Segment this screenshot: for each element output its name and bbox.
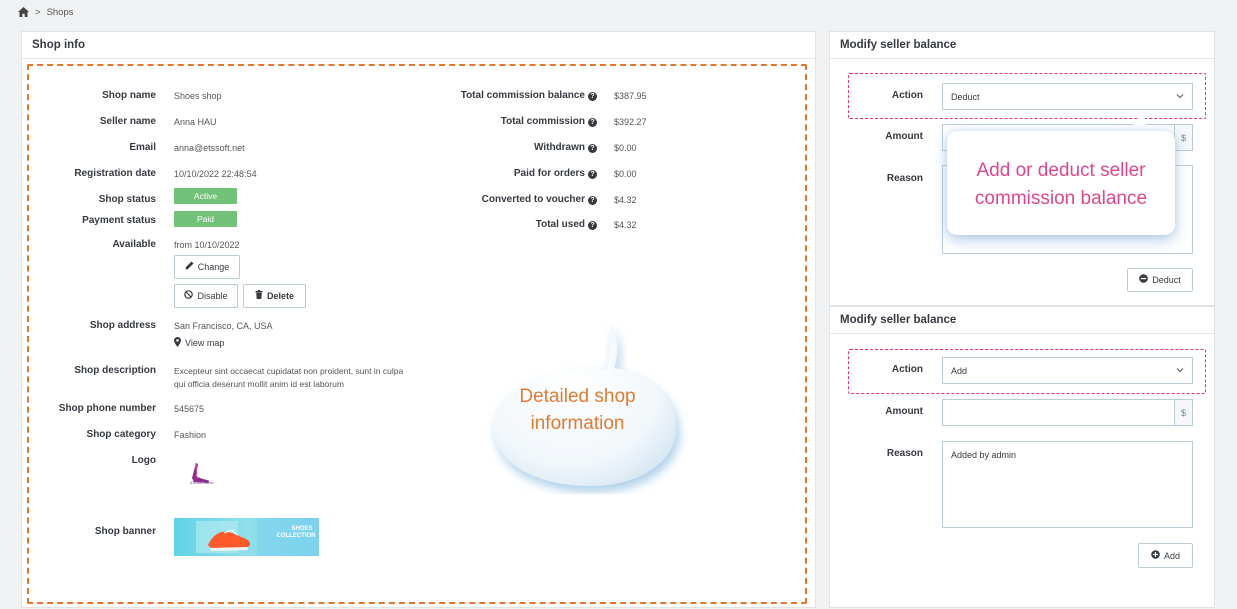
deduct-amount-label: Amount [885, 131, 923, 142]
plus-circle-icon [1151, 549, 1160, 562]
question-circle-icon[interactable]: ? [588, 144, 597, 153]
add-submit-label: Add [1163, 550, 1180, 561]
disable-button[interactable]: Disable [174, 284, 238, 308]
view-map-link[interactable]: View map [174, 337, 224, 349]
shop-banner-image: SHOES COLLECTION [174, 518, 319, 556]
question-circle-icon[interactable]: ? [588, 92, 597, 101]
modify-balance-title: Modify seller balance [830, 307, 1214, 334]
logo-label: Logo [131, 455, 156, 466]
withdrawn-value: $0.00 [614, 143, 637, 153]
paid-for-orders-label: Paid for orders? [514, 168, 597, 179]
question-circle-icon[interactable]: ? [588, 170, 597, 179]
view-map-label: View map [185, 338, 225, 348]
add-reason-textarea[interactable]: Added by admin [942, 441, 1193, 528]
home-icon[interactable] [18, 7, 29, 17]
breadcrumb: > Shops [18, 5, 74, 19]
registration-date-label: Registration date [74, 168, 156, 179]
delete-button-label: Delete [266, 291, 294, 301]
delete-button[interactable]: Delete [243, 284, 306, 308]
deduct-reason-label: Reason [886, 173, 923, 184]
total-commission-value: $392.27 [614, 117, 647, 127]
shop-description-label: Shop description [74, 365, 156, 376]
deduct-action-value: Deduct [951, 91, 980, 102]
trash-icon [255, 290, 263, 302]
total-commission-label: Total commission? [501, 116, 597, 127]
seller-name-value: Anna HAU [174, 117, 217, 127]
shop-description-value: Excepteur sint occaecat cupidatat non pr… [174, 366, 404, 389]
available-value: from 10/10/2022 [174, 240, 240, 250]
shop-name-label: Shop name [102, 90, 156, 101]
total-used-label: Total used? [536, 219, 597, 230]
add-submit-button[interactable]: Add [1138, 543, 1193, 568]
shop-status-badge: Active [174, 188, 237, 204]
add-amount-label: Amount [885, 406, 923, 417]
payment-status-badge: Paid [174, 211, 237, 227]
shop-banner-text-1: SHOES [291, 526, 313, 532]
modify-balance-title: Modify seller balance [830, 32, 1214, 59]
total-commission-balance-value: $387.95 [614, 91, 647, 101]
disable-button-label: Disable [197, 291, 228, 301]
bubble-text: Detailed shop information [519, 386, 636, 434]
minus-circle-icon [1139, 274, 1149, 286]
question-circle-icon[interactable]: ? [588, 196, 597, 205]
shop-address-value: San Francisco, CA, USA [174, 321, 273, 331]
add-reason-label: Reason [886, 448, 923, 459]
shop-phone-label: Shop phone number [58, 403, 156, 414]
seller-name-label: Seller name [99, 116, 156, 127]
chevron-down-icon [1176, 366, 1184, 376]
breadcrumb-separator: > [35, 6, 41, 18]
paid-for-orders-value: $0.00 [614, 169, 637, 179]
shop-phone-value: 545675 [174, 404, 205, 414]
deduct-currency-addon: $ [1175, 124, 1193, 151]
question-circle-icon[interactable]: ? [588, 221, 597, 230]
shop-category-label: Shop category [86, 429, 156, 440]
total-used-value: $4.32 [614, 220, 637, 230]
converted-to-voucher-value: $4.32 [614, 195, 637, 205]
callout-text: Add or deduct seller commission balance [974, 160, 1148, 209]
add-reason-value: Added by admin [951, 450, 1017, 460]
shop-name-value: Shoes shop [174, 91, 222, 101]
payment-status-label: Payment status [82, 215, 156, 226]
deduct-submit-button[interactable]: Deduct [1127, 268, 1193, 292]
add-amount-input[interactable] [942, 399, 1175, 426]
shop-logo-text: Shoes store [190, 480, 214, 485]
add-action-select[interactable]: Add [942, 357, 1193, 384]
pencil-icon [185, 261, 194, 273]
change-button-label: Change [197, 262, 230, 272]
add-currency-addon: $ [1175, 399, 1193, 426]
change-button[interactable]: Change [174, 255, 240, 279]
chevron-down-icon [1176, 92, 1184, 102]
available-label: Available [112, 239, 156, 250]
ban-icon [184, 290, 194, 302]
email-value: anna@etssoft.net [174, 143, 245, 153]
add-action-label: Action [891, 364, 923, 375]
shop-banner-label: Shop banner [94, 526, 156, 537]
shop-info-title: Shop info [22, 32, 815, 59]
question-circle-icon[interactable]: ? [588, 118, 597, 127]
shop-logo-image: Shoes store [186, 460, 218, 488]
shop-status-label: Shop status [98, 194, 156, 205]
shop-banner-text-2: COLLECTION [276, 533, 316, 539]
deduct-action-label: Action [891, 90, 923, 101]
converted-to-voucher-label: Converted to voucher? [482, 194, 597, 205]
total-commission-balance-label: Total commission balance? [461, 90, 597, 101]
map-marker-icon [174, 337, 181, 349]
withdrawn-label: Withdrawn? [534, 142, 597, 153]
callout-box: Add or deduct seller commission balance [947, 131, 1175, 235]
registration-date-value: 10/10/2022 22:48:54 [174, 169, 257, 179]
email-label: Email [129, 142, 156, 153]
deduct-submit-label: Deduct [1152, 275, 1181, 285]
shop-address-label: Shop address [89, 320, 156, 331]
add-action-value: Add [951, 365, 968, 376]
deduct-action-select[interactable]: Deduct [942, 83, 1193, 110]
shop-category-value: Fashion [174, 430, 207, 440]
breadcrumb-current[interactable]: Shops [47, 7, 74, 18]
